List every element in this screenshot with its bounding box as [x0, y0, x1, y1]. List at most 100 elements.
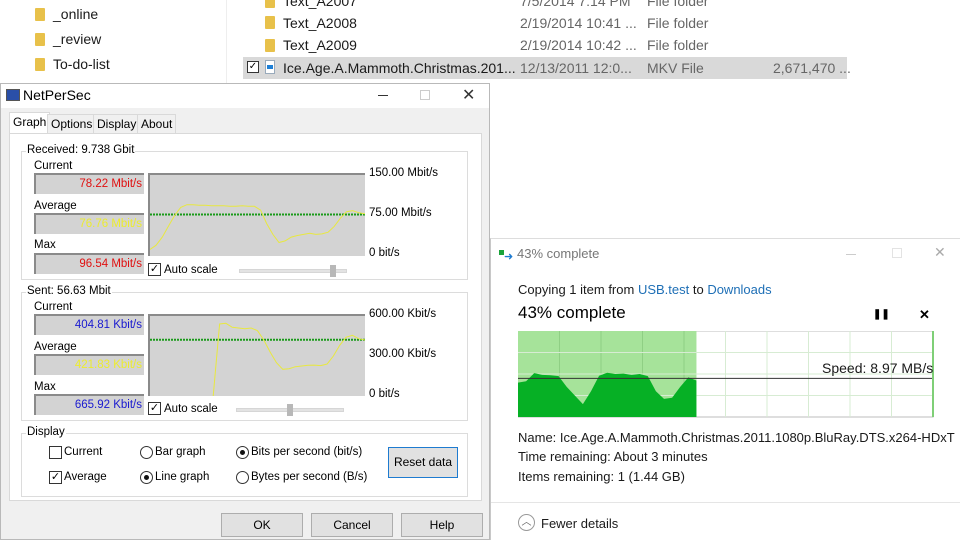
received-total: Received: 9.738 Gbit	[26, 144, 136, 156]
folder-icon	[265, 39, 275, 52]
sent-current-value: 404.81 Kbit/s	[34, 314, 144, 335]
tab-label: Graph	[13, 115, 47, 129]
minimize-button[interactable]	[846, 254, 856, 255]
speed-label: Speed: 8.97 MB/s	[822, 360, 934, 376]
close-button[interactable]: ✕	[462, 85, 475, 105]
received-graph	[148, 173, 365, 256]
received-current-label: Current	[34, 160, 73, 172]
line-graph-radio[interactable]	[140, 471, 153, 484]
auto-scale-label: Auto scale	[164, 264, 218, 276]
destination-link[interactable]: Downloads	[707, 282, 771, 297]
source-link[interactable]: USB.test	[638, 282, 689, 297]
sent-scale-bottom: 0 bit/s	[369, 388, 400, 400]
items-remaining: 1 (1.44 GB)	[617, 469, 685, 484]
received-scale-top: 150.00 Mbit/s	[369, 167, 439, 179]
copying-prefix: Copying 1 item from	[518, 282, 638, 297]
slider-thumb[interactable]	[287, 404, 293, 416]
file-date: 2/19/2014 10:42 ...	[520, 37, 637, 53]
bytes-per-second-radio[interactable]	[236, 471, 249, 484]
bar-graph-radio[interactable]	[140, 446, 153, 459]
reset-data-button[interactable]: Reset data	[388, 447, 458, 478]
average-checkbox[interactable]: ✓	[49, 471, 62, 484]
file-type: MKV File	[647, 60, 704, 76]
file-name: Text_A2009	[283, 37, 357, 53]
sent-max-label: Max	[34, 381, 56, 393]
tab-graph[interactable]: Graph	[9, 112, 51, 134]
bits-per-second-radio[interactable]	[236, 446, 249, 459]
tab-display[interactable]: Display	[93, 114, 141, 133]
maximize-button[interactable]	[420, 90, 430, 100]
title-bar: NetPerSec ✕	[1, 84, 489, 108]
tab-label: Display	[97, 117, 137, 131]
bytes-per-second-label: Bytes per second (B/s)	[251, 471, 368, 483]
time-label: Time remaining:	[518, 449, 611, 464]
received-max-value: 96.54 Mbit/s	[34, 253, 144, 274]
line-graph-label: Line graph	[155, 471, 210, 483]
sent-scale-mid: 300.00 Kbit/s	[369, 348, 437, 360]
sent-average-value: 421.83 Kbit/s	[34, 354, 144, 375]
file-name: Text_A2008	[283, 15, 357, 31]
cancel-button[interactable]: Cancel	[311, 513, 393, 537]
nav-item-label: _online	[53, 6, 99, 22]
sent-auto-scale-checkbox[interactable]: ✓	[148, 402, 161, 415]
folder-icon	[35, 33, 45, 46]
row-checkbox[interactable]: ✓	[247, 61, 259, 73]
file-name: Ice.Age.A.Mammoth.Christmas.201...	[283, 60, 516, 76]
ok-button[interactable]: OK	[221, 513, 303, 537]
pane-divider	[226, 0, 227, 83]
tab-label: About	[141, 117, 173, 131]
slider-thumb[interactable]	[330, 265, 336, 277]
sent-max-value: 665.92 Kbit/s	[34, 394, 144, 415]
name-row: Name: Ice.Age.A.Mammoth.Christmas.2011.1…	[518, 430, 955, 445]
help-button[interactable]: Help	[401, 513, 483, 537]
close-button[interactable]: ✕	[934, 244, 946, 261]
cancel-copy-button[interactable]: ✕	[919, 307, 930, 323]
sent-current-label: Current	[34, 301, 73, 313]
tab-about[interactable]: About	[137, 114, 177, 133]
file-name: Text_A2007	[283, 0, 357, 9]
file-type: File folder	[647, 0, 709, 9]
copy-progress-dialog: ➜ 43% complete ✕ Copying 1 item from USB…	[490, 238, 960, 540]
arrow-icon: ➜	[504, 251, 514, 263]
copying-description: Copying 1 item from USB.test to Download…	[518, 282, 772, 297]
app-icon	[6, 89, 20, 101]
nav-item-label: _review	[53, 31, 102, 47]
to-text: to	[689, 282, 708, 297]
fewer-details-label: Fewer details	[541, 516, 619, 531]
auto-scale-label: Auto scale	[164, 403, 218, 415]
sent-scale-top: 600.00 Kbit/s	[369, 308, 437, 320]
file-type: File folder	[647, 37, 709, 53]
current-checkbox[interactable]	[49, 446, 62, 459]
video-file-icon	[265, 60, 275, 74]
divider	[491, 502, 960, 503]
chevron-up-icon: ︿	[518, 514, 535, 531]
folder-icon	[35, 8, 45, 21]
file-size: 2,671,470 ...	[773, 60, 851, 76]
bits-per-second-label: Bits per second (bit/s)	[251, 446, 363, 458]
received-average-label: Average	[34, 200, 77, 212]
time-remaining: About 3 minutes	[613, 449, 708, 464]
file-date: 12/13/2011 12:0...	[520, 60, 632, 76]
progress-heading: 43% complete	[518, 303, 626, 322]
minimize-button[interactable]	[378, 95, 388, 96]
sent-total: Sent: 56.63 Mbit	[26, 285, 112, 297]
pause-button[interactable]: ❚❚	[873, 309, 890, 320]
items-label: Items remaining:	[518, 469, 615, 484]
average-checkbox-label: Average	[64, 471, 107, 483]
maximize-button[interactable]	[892, 248, 902, 258]
received-scale-bottom: 0 bit/s	[369, 247, 400, 259]
traffic-line	[150, 204, 365, 250]
current-checkbox-label: Current	[64, 446, 103, 458]
sent-average-label: Average	[34, 341, 77, 353]
received-scale-mid: 75.00 Mbit/s	[369, 207, 432, 219]
received-auto-scale-checkbox[interactable]: ✓	[148, 263, 161, 276]
file-type: File folder	[647, 15, 709, 31]
time-row: Time remaining: About 3 minutes	[518, 449, 708, 464]
sent-scale-slider[interactable]	[236, 404, 344, 416]
file-name: Ice.Age.A.Mammoth.Christmas.2011.1080p.B…	[559, 430, 955, 445]
received-scale-slider[interactable]	[239, 265, 347, 277]
window-title: 43% complete	[517, 246, 600, 261]
tab-options[interactable]: Options	[47, 114, 97, 133]
graph-tab-panel: Received: 9.738 Gbit Current 78.22 Mbit/…	[9, 133, 482, 501]
folder-icon	[35, 58, 45, 71]
